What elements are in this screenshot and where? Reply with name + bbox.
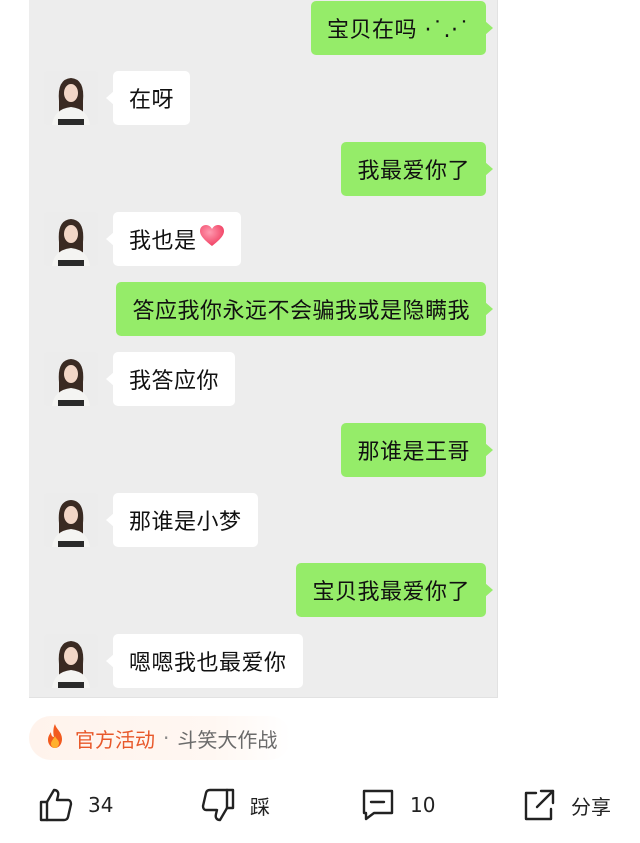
message-bubble: 在呀 (105, 71, 191, 125)
message-received: 嗯嗯我也最爱你 (44, 634, 303, 688)
share-label: 分享 (571, 794, 611, 819)
heart-icon (199, 224, 225, 254)
avatar (44, 634, 98, 688)
chat-screenshot: 宝贝在吗 ·˙.·˙ 在呀 我最爱你了 我也是 答应我你永远不会骗我或是隐瞒我 … (29, 0, 498, 698)
message-received: 我答应你 (44, 352, 236, 406)
message-bubble: 那谁是王哥 (341, 423, 493, 477)
avatar (44, 352, 98, 406)
action-bar: 34 踩 10 分享 (0, 778, 640, 832)
tag-separator: · (163, 726, 170, 750)
message-sent: 那谁是王哥 (341, 423, 493, 477)
message-text: 我答应你 (129, 369, 220, 394)
message-bubble: 我答应你 (105, 352, 236, 406)
avatar (44, 71, 98, 125)
share-button[interactable]: 分享 (521, 778, 611, 832)
message-bubble: 嗯嗯我也最爱你 (106, 634, 303, 688)
message-bubble: 我也是 (106, 212, 241, 266)
avatar (44, 493, 98, 547)
comment-button[interactable]: 10 (360, 778, 435, 832)
topic-tag[interactable]: 官方活动 · 斗笑大作战 (29, 716, 292, 760)
message-received: 在呀 (44, 71, 191, 125)
message-text: 宝贝我最爱你了 (312, 580, 470, 605)
thumbs-up-icon (39, 788, 73, 822)
message-bubble: 那谁是小梦 (106, 493, 258, 547)
message-text: 嗯嗯我也最爱你 (129, 651, 287, 676)
message-text: 那谁是王哥 (357, 440, 470, 465)
message-text: 我最爱你了 (357, 159, 470, 184)
thumbs-down-icon (201, 788, 235, 822)
dislike-label: 踩 (250, 794, 270, 819)
message-bubble: 答应我你永远不会骗我或是隐瞒我 (116, 282, 493, 336)
share-icon (524, 789, 555, 821)
message-text: 在呀 (129, 88, 175, 113)
comment-count: 10 (410, 793, 436, 817)
message-bubble: 宝贝在吗 ·˙.·˙ (311, 1, 493, 55)
like-button[interactable]: 34 (38, 778, 113, 832)
like-count: 34 (88, 793, 114, 817)
tag-topic: 斗笑大作战 (177, 727, 278, 752)
message-received: 那谁是小梦 (44, 493, 258, 547)
message-sent: 宝贝在吗 ·˙.·˙ (311, 1, 493, 55)
message-text: 答应我你永远不会骗我或是隐瞒我 (132, 299, 470, 324)
message-sent: 我最爱你了 (341, 142, 493, 196)
message-sent: 宝贝我最爱你了 (296, 563, 493, 617)
fire-icon (43, 723, 67, 754)
dislike-button[interactable]: 踩 (200, 778, 270, 832)
message-bubble: 我最爱你了 (341, 142, 493, 196)
tag-label: 官方活动 (75, 727, 155, 752)
message-bubble: 宝贝我最爱你了 (296, 563, 493, 617)
message-text: 那谁是小梦 (129, 510, 242, 535)
message-received: 我也是 (44, 212, 241, 266)
message-text: 我也是 (129, 229, 197, 254)
message-text: 宝贝在吗 ·˙.·˙ (327, 18, 470, 43)
message-sent: 答应我你永远不会骗我或是隐瞒我 (116, 282, 493, 336)
avatar (44, 212, 98, 266)
comment-icon (362, 789, 394, 821)
